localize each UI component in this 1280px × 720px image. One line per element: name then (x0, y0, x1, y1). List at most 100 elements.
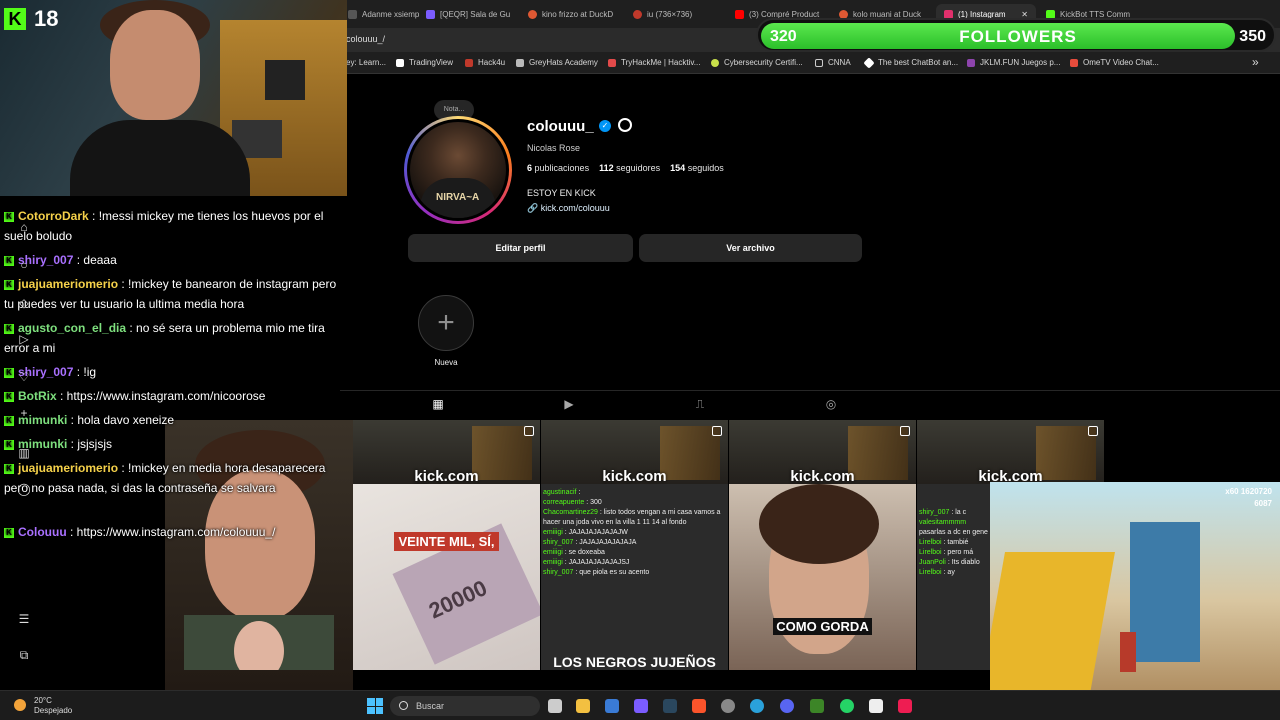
new-highlight-button[interactable]: + (418, 295, 474, 351)
avatar-shirt-text: NIRVA~A (436, 192, 480, 203)
tab-favicon-icon (633, 9, 642, 19)
bookmark[interactable]: The best ChatBot an... (863, 56, 958, 69)
post-chat-line: emiiigi : JAJAJAJAJAJAJW (543, 528, 726, 538)
view-archive-button[interactable]: Ver archivo (639, 234, 862, 262)
edit-profile-button[interactable]: Editar perfil (408, 234, 633, 262)
post-chat-user: shiry_007 (919, 509, 950, 516)
post-chat-user: valesitammmm (919, 519, 967, 526)
bookmark[interactable]: Cybersecurity Certifi... (711, 58, 803, 67)
app-icon[interactable] (721, 699, 735, 713)
posts-stat: 6 publicaciones (527, 163, 589, 173)
chat-username[interactable]: juajuameriomerio (18, 461, 118, 475)
browser-tab[interactable]: [QEQR] Sala de Gu (426, 4, 518, 24)
taskbar-search[interactable]: Buscar (390, 696, 540, 716)
discord-icon[interactable] (780, 699, 794, 713)
chat-username[interactable]: Colouuu (18, 525, 67, 539)
whatsapp-icon[interactable] (840, 699, 854, 713)
app-icon[interactable] (869, 699, 883, 713)
browser-tab[interactable]: iu (736×736) (633, 4, 728, 24)
bookmark[interactable]: ey: Learn... (346, 58, 386, 67)
telegram-icon[interactable] (750, 699, 764, 713)
bookmark-label: TryHackMe | Hacktiv... (621, 58, 701, 67)
kick-badge-icon: K (4, 256, 14, 266)
explore-icon[interactable]: ◇ (16, 296, 32, 310)
chat-message: Kjuajuameriomerio : !mickey en media hor… (4, 458, 348, 498)
followers-stat[interactable]: 112 seguidores (599, 163, 660, 173)
post-chat-text: : la c (951, 509, 967, 516)
post-tile[interactable]: kick.com /Colouuu 20000 VEINTE MIL, SÍ, (353, 420, 540, 670)
post-chat-line: valesitammmm pasarlas a dc en gene (919, 518, 991, 538)
bookmark-label: Hack4u (478, 58, 506, 67)
post-chat-line: Chacomartinez29 : listo todos vengan a m… (543, 508, 726, 528)
chat-text: : !ig (73, 365, 97, 379)
profile-username: colouuu_ (527, 118, 594, 135)
tab-label: [QEQR] Sala de Gu (440, 9, 511, 19)
followers-label: seguidores (616, 163, 661, 173)
bookmark[interactable]: CNNA (815, 58, 851, 67)
vscode-icon[interactable] (605, 699, 619, 713)
search-icon (399, 701, 408, 710)
dashboard-icon[interactable]: ▥ (16, 446, 32, 460)
post-chat-line: Lirelboi : ay (919, 568, 991, 578)
post-chat-user: Lirelboi (919, 569, 942, 576)
apps-icon[interactable]: ⧉ (16, 648, 32, 662)
profile-link-text: kick.com/colouuu (540, 203, 610, 213)
profile-link[interactable]: 🔗 kick.com/colouuu (527, 203, 610, 214)
app-icon[interactable] (634, 699, 648, 713)
post-chat-text: : 300 (586, 499, 602, 506)
bookmark[interactable]: OmeTV Video Chat... (1070, 58, 1159, 67)
minecraft-icon[interactable] (810, 699, 824, 713)
browser-tab[interactable]: Adanme xsiemp (348, 4, 420, 24)
tagged-tab[interactable]: ◎ (824, 397, 838, 411)
saved-bookmark-tab[interactable]: ⎍ (693, 397, 707, 411)
chat-username[interactable]: agusto_con_el_dia (18, 321, 126, 335)
post-chat-user: shiry_007 (543, 569, 574, 576)
post-tile[interactable]: kick.com /Colouuu COMO GORDA (729, 420, 916, 670)
avatar-photo: NIRVA~A (410, 122, 506, 218)
reel-icon (712, 426, 722, 436)
posts-grid-tab[interactable]: ▦ (431, 397, 445, 411)
followers-title: FOLLOWERS (959, 27, 1077, 46)
settings-gear-icon[interactable] (618, 118, 632, 132)
bookmark[interactable]: TryHackMe | Hacktiv... (608, 58, 700, 67)
profile-avatar[interactable]: NIRVA~A (404, 116, 512, 224)
start-button[interactable] (367, 698, 383, 714)
bookmark[interactable]: TradingView (396, 58, 453, 67)
chat-message: K Colouuu : https://www.instagram.com/col… (4, 522, 348, 542)
search-icon[interactable]: ○ (16, 258, 32, 272)
bookmark[interactable]: GreyHats Academy (516, 58, 598, 67)
post-tile[interactable]: kick.com /Colouuu agustinacif :correapue… (541, 420, 728, 670)
reel-icon (900, 426, 910, 436)
post-chat-line: shiry_007 : la c (919, 508, 991, 518)
heart-icon[interactable]: ♡ (16, 370, 32, 384)
chat-message: Kmimunki : jsjsjsjs (4, 434, 348, 454)
task-view-icon[interactable] (548, 699, 562, 713)
brave-icon[interactable] (692, 699, 706, 713)
bookmark[interactable]: JKLM.FUN Juegos p... (967, 58, 1060, 67)
home-icon[interactable]: ⌂ (16, 220, 32, 234)
following-stat[interactable]: 154 seguidos (670, 163, 724, 173)
posts-label: publicaciones (534, 163, 590, 173)
browser-tab[interactable]: kino frizzo at DuckD (528, 4, 628, 24)
viewer-count: K 18 (4, 6, 58, 32)
profile-stats: 6 publicaciones 112 seguidores 154 segui… (527, 163, 724, 173)
menu-icon[interactable]: ☰ (16, 612, 32, 626)
tryhackme-icon (608, 58, 616, 67)
tiktok-icon[interactable] (898, 699, 912, 713)
reel-icon (524, 426, 534, 436)
reels-icon[interactable]: ▷ (16, 332, 32, 346)
bookmark[interactable]: Hack4u (465, 58, 505, 67)
chat-username[interactable]: BotRix (18, 389, 57, 403)
chat-message: K BotRix : https://www.instagram.com/nico… (4, 386, 348, 406)
file-explorer-icon[interactable] (576, 699, 590, 713)
steam-icon[interactable] (663, 699, 677, 713)
profile-full-name: Nicolas Rose (527, 143, 581, 153)
game-score: x60 1620720 6087 (1225, 486, 1272, 510)
profile-icon[interactable]: ◯ (16, 482, 32, 496)
reels-tab[interactable]: ▶ (562, 397, 576, 411)
verified-badge-icon: ✓ (599, 120, 611, 132)
kick-badge-icon: K (4, 528, 14, 538)
bookmarks-overflow-button[interactable]: » (1252, 55, 1259, 69)
chat-username[interactable]: juajuameriomerio (18, 277, 118, 291)
create-plus-icon[interactable]: + (16, 406, 32, 420)
